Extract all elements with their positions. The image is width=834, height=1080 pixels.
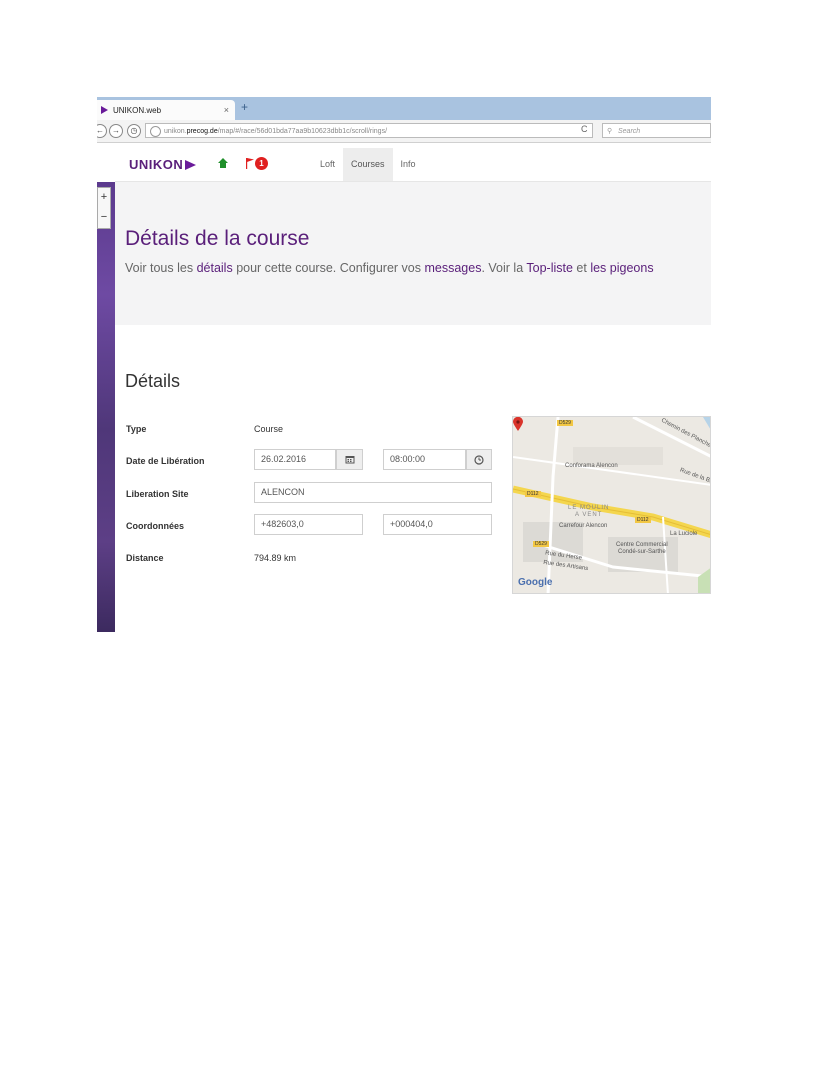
map-label-luciole: La Luciole <box>670 531 698 537</box>
tab-title: UNIKON.web <box>113 106 162 115</box>
flag-icon[interactable] <box>245 157 255 169</box>
menu-item-info[interactable]: Info <box>393 148 424 181</box>
url-domain: precog.de <box>186 128 218 135</box>
lead-text-1: Voir tous les <box>125 261 197 275</box>
site-info-icon[interactable] <box>150 126 161 137</box>
distance-value: 794.89 km <box>254 553 297 563</box>
search-icon: ⚲ <box>607 128 613 135</box>
top-list-link[interactable]: Top-liste <box>526 261 573 275</box>
map-roads <box>513 417 710 593</box>
new-tab-button[interactable]: + <box>241 100 248 114</box>
home-icon[interactable] <box>217 157 229 169</box>
browser-tabbar: UNIKON.web × + <box>97 97 711 120</box>
road-d112b: D112 <box>635 517 651 523</box>
forward-button[interactable]: → <box>109 124 123 138</box>
type-label: Type <box>126 424 147 434</box>
site-label: Liberation Site <box>126 489 189 499</box>
back-button[interactable]: ← <box>97 124 107 138</box>
time-picker-button[interactable] <box>466 449 492 470</box>
road-d529: D529 <box>557 420 573 426</box>
browser-screenshot: UNIKON.web × + ← → ◷ unikon.precog.de/ma… <box>97 97 711 632</box>
brand-bird-icon <box>185 160 196 170</box>
lead-text-3: . Voir la <box>481 261 527 275</box>
zoom-in-button[interactable]: + <box>98 188 110 208</box>
menu-item-courses[interactable]: Courses <box>343 148 393 181</box>
google-logo: Google <box>518 577 553 588</box>
map-zoom-control: + − <box>97 187 111 229</box>
page-title: Détails de la course <box>125 227 310 250</box>
section-title: Détails <box>125 371 181 391</box>
map-label-centre: Centre Commercial <box>616 542 668 548</box>
calendar-icon <box>345 456 354 464</box>
calendar-button[interactable] <box>336 449 363 470</box>
map-label-carrefour: Carrefour Alencon <box>559 523 608 529</box>
url-prefix: unikon. <box>164 128 187 135</box>
time-field[interactable]: 08:00:00 <box>383 449 466 470</box>
hero-lead: Voir tous les détails pour cette course.… <box>125 261 654 275</box>
pigeons-link[interactable]: les pigeons <box>590 261 653 275</box>
map-label-conforama: Conforama Alencon <box>565 463 618 469</box>
main-menu: Loft Courses Info <box>312 148 424 181</box>
address-bar[interactable]: unikon.precog.de/map/#/race/56d01bda77aa… <box>145 123 593 138</box>
date-label: Date de Libération <box>126 456 205 466</box>
lead-text-4: et <box>572 261 591 275</box>
type-value: Course <box>254 424 284 434</box>
details-link[interactable]: détails <box>197 261 233 275</box>
url-path: /map/#/race/56d01bda77aa9b10623dbb1c/scr… <box>217 128 388 135</box>
latitude-field[interactable]: +482603,0 <box>254 514 363 535</box>
map-label-conde: Condé-sur-Sarthe <box>618 549 666 555</box>
distance-label: Distance <box>126 553 164 563</box>
longitude-field[interactable]: +000404,0 <box>383 514 492 535</box>
zoom-out-button[interactable]: − <box>98 208 110 228</box>
tab-close-icon[interactable]: × <box>224 105 229 115</box>
search-placeholder: Search <box>618 128 641 135</box>
search-input[interactable]: ⚲ Search <box>602 123 711 138</box>
messages-link[interactable]: messages <box>424 261 481 275</box>
road-d112: D112 <box>525 491 541 497</box>
location-map[interactable]: D529 D112 D112 D529 Chemin des Planches … <box>512 416 711 594</box>
history-icon[interactable]: ◷ <box>127 124 141 138</box>
browser-navbar: ← → ◷ unikon.precog.de/map/#/race/56d01b… <box>97 120 711 143</box>
reload-icon[interactable]: C <box>581 124 588 134</box>
background-map-strip[interactable] <box>97 182 115 632</box>
road-d529b: D529 <box>533 541 549 547</box>
map-label-moulin: LE MOULIN <box>568 505 610 511</box>
coords-label: Coordonnées <box>126 521 185 531</box>
clock-icon <box>474 455 484 465</box>
hero-panel: Détails de la course Voir tous les détai… <box>115 182 711 325</box>
date-field[interactable]: 26.02.2016 <box>254 449 336 470</box>
lead-text-2: pour cette course. Configurer vos <box>232 261 425 275</box>
app-header: UNIKON 1 Loft Courses Info <box>115 148 711 182</box>
location-pin-icon[interactable] <box>513 417 523 431</box>
site-field[interactable]: ALENCON <box>254 482 492 503</box>
notification-badge[interactable]: 1 <box>255 157 268 170</box>
map-label-avent: A VENT <box>575 512 603 518</box>
browser-tab[interactable]: UNIKON.web × <box>97 100 235 120</box>
brand-name[interactable]: UNIKON <box>129 157 183 172</box>
unikon-favicon-icon <box>101 106 108 114</box>
menu-item-loft[interactable]: Loft <box>312 148 343 181</box>
